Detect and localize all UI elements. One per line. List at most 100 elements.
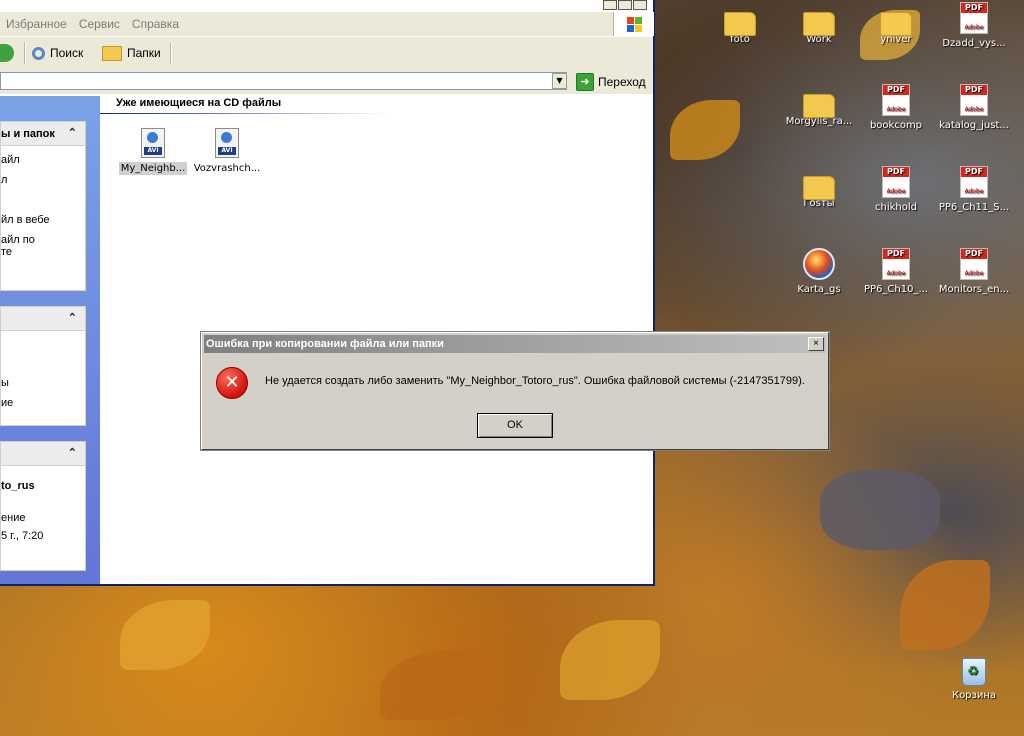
task-panel-header-other-places[interactable]: ⌃ [0, 306, 86, 330]
wallpaper-leaf [120, 600, 210, 670]
task-panel-body: айл л йл в вебе айл по те [0, 145, 86, 291]
wallpaper-leaf [560, 620, 660, 700]
desktop-icon-recycle-bin[interactable]: Корзина [935, 658, 1013, 701]
task-link[interactable]: йл в вебе [1, 214, 50, 226]
pdf-file-icon [960, 166, 988, 198]
pdf-file-icon [960, 248, 988, 280]
wallpaper-leaf [900, 560, 990, 650]
desktop-icon-foto[interactable]: foto [701, 6, 779, 45]
toolbar-separator [24, 42, 26, 64]
wallpaper-statue [820, 470, 940, 550]
desktop-icon-gosty[interactable]: Гosты [780, 170, 858, 209]
recycle-bin-icon [962, 658, 986, 686]
desktop-icon-chikhold[interactable]: chikhold [857, 166, 935, 213]
desktop-icon-pp6-ch10[interactable]: PP6_Ch10_... [857, 248, 935, 295]
task-pane: ы и папок ⌃ айл л йл в вебе айл по те ⌃ … [0, 96, 100, 584]
menu-favorites[interactable]: Избранное [0, 17, 73, 31]
dialog-message: Не удается создать либо заменить "My_Nei… [265, 375, 805, 387]
avi-file-icon [215, 128, 239, 158]
window-controls [602, 0, 647, 10]
panel-title: ы и папок [1, 127, 55, 140]
folder-icon [803, 12, 835, 36]
task-panel-header-details[interactable]: ⌃ [0, 441, 86, 465]
globe-app-icon [803, 248, 835, 280]
file-item[interactable]: Vozvrashch... [190, 128, 264, 175]
menu-help[interactable]: Справка [126, 17, 185, 31]
wallpaper-leaf [670, 100, 740, 160]
desktop-icon-label: Monitors_en... [938, 284, 1010, 295]
error-icon: ✕ [216, 367, 248, 399]
error-dialog: Ошибка при копировании файла или папки ×… [200, 331, 830, 451]
task-link[interactable]: айл по [1, 234, 35, 246]
desktop-icon-bookcomp[interactable]: bookcomp [857, 84, 935, 131]
desktop-icon-label: Dzadd_vys... [942, 38, 1006, 49]
desktop-icon-label: PP6_Ch11_S... [938, 202, 1010, 213]
ok-button[interactable]: OK [477, 413, 553, 438]
pdf-file-icon [882, 84, 910, 116]
chevron-up-icon[interactable]: ⌃ [68, 126, 77, 139]
desktop-icon-karta[interactable]: Karta_gs [780, 248, 858, 295]
file-name: Vozvrashch... [193, 163, 261, 174]
file-item[interactable]: My_Neighb... [116, 128, 190, 175]
folder-icon [880, 12, 912, 36]
folders-button[interactable]: Папки [102, 42, 161, 64]
maximize-button[interactable] [618, 0, 632, 10]
desktop-icon-label: PP6_Ch10_... [863, 284, 928, 295]
pdf-file-icon [882, 248, 910, 280]
desktop-icon-katalog[interactable]: katalog_just... [935, 84, 1013, 131]
desktop-icon-pp6-ch11[interactable]: PP6_Ch11_S... [935, 166, 1013, 213]
task-link[interactable]: айл [1, 154, 20, 166]
task-link[interactable]: ы [1, 377, 9, 389]
chevron-up-icon[interactable]: ⌃ [68, 311, 77, 324]
pdf-file-icon [960, 84, 988, 116]
up-folder-button[interactable] [0, 42, 14, 64]
folders-button-label: Папки [127, 46, 161, 60]
pdf-file-icon [882, 166, 910, 198]
group-heading: Уже имеющиеся на CD файлы [116, 97, 282, 109]
dialog-close-button[interactable]: × [808, 337, 824, 351]
wallpaper-leaf [380, 650, 500, 720]
file-name: My_Neighb... [118, 162, 188, 175]
desktop-icon-label: chikhold [875, 202, 917, 213]
pdf-file-icon [960, 2, 988, 34]
avi-file-icon [141, 128, 165, 158]
menu-tools[interactable]: Сервис [73, 17, 126, 31]
desktop-icon-label: katalog_just... [939, 120, 1009, 131]
desktop-icon-label: Корзина [951, 690, 997, 701]
toolbar: Поиск Папки [0, 36, 653, 71]
folder-icon [724, 12, 756, 36]
chevron-up-icon[interactable]: ⌃ [68, 446, 77, 459]
folder-icon [803, 176, 835, 200]
desktop-icon-yniver[interactable]: yniver [857, 6, 935, 45]
task-link[interactable]: те [1, 246, 12, 258]
windows-logo-icon [613, 12, 654, 36]
detail-date: 5 г., 7:20 [1, 530, 44, 542]
address-input[interactable] [0, 72, 567, 90]
folder-icon [102, 45, 122, 61]
desktop-icon-morgylis[interactable]: Morgylis_ra... [780, 88, 858, 127]
explorer-window: Избранное Сервис Справка Поиск Папки ▼ ➜… [0, 0, 655, 586]
toolbar-separator [170, 42, 172, 64]
address-bar: ▼ ➜ Переход [0, 70, 653, 94]
task-panel-header-file-tasks[interactable]: ы и папок ⌃ [0, 121, 86, 145]
go-button-label: Переход [598, 75, 646, 89]
address-dropdown-button[interactable]: ▼ [552, 73, 567, 89]
desktop-icon-monitors[interactable]: Monitors_en... [935, 248, 1013, 295]
menu-bar: Избранное Сервис Справка [0, 12, 613, 36]
go-button[interactable]: ➜ Переход [576, 73, 646, 91]
desktop-icon-work[interactable]: Work [780, 6, 858, 45]
task-link[interactable]: л [1, 174, 7, 186]
task-link[interactable]: ие [1, 397, 13, 409]
search-button[interactable]: Поиск [32, 42, 83, 64]
detail-file-name: to_rus [1, 480, 35, 492]
group-divider [100, 113, 390, 114]
close-button[interactable] [633, 0, 647, 10]
up-arrow-icon [0, 44, 14, 62]
desktop-icon-dzadd[interactable]: Dzadd_vys... [935, 2, 1013, 49]
task-panel-body: ы ие [0, 330, 86, 426]
dialog-title: Ошибка при копировании файла или папки [206, 338, 444, 350]
go-arrow-icon: ➜ [576, 73, 594, 91]
minimize-button[interactable] [603, 0, 617, 10]
desktop-icon-label: Karta_gs [797, 284, 841, 295]
dialog-title-bar[interactable]: Ошибка при копировании файла или папки × [204, 335, 826, 353]
